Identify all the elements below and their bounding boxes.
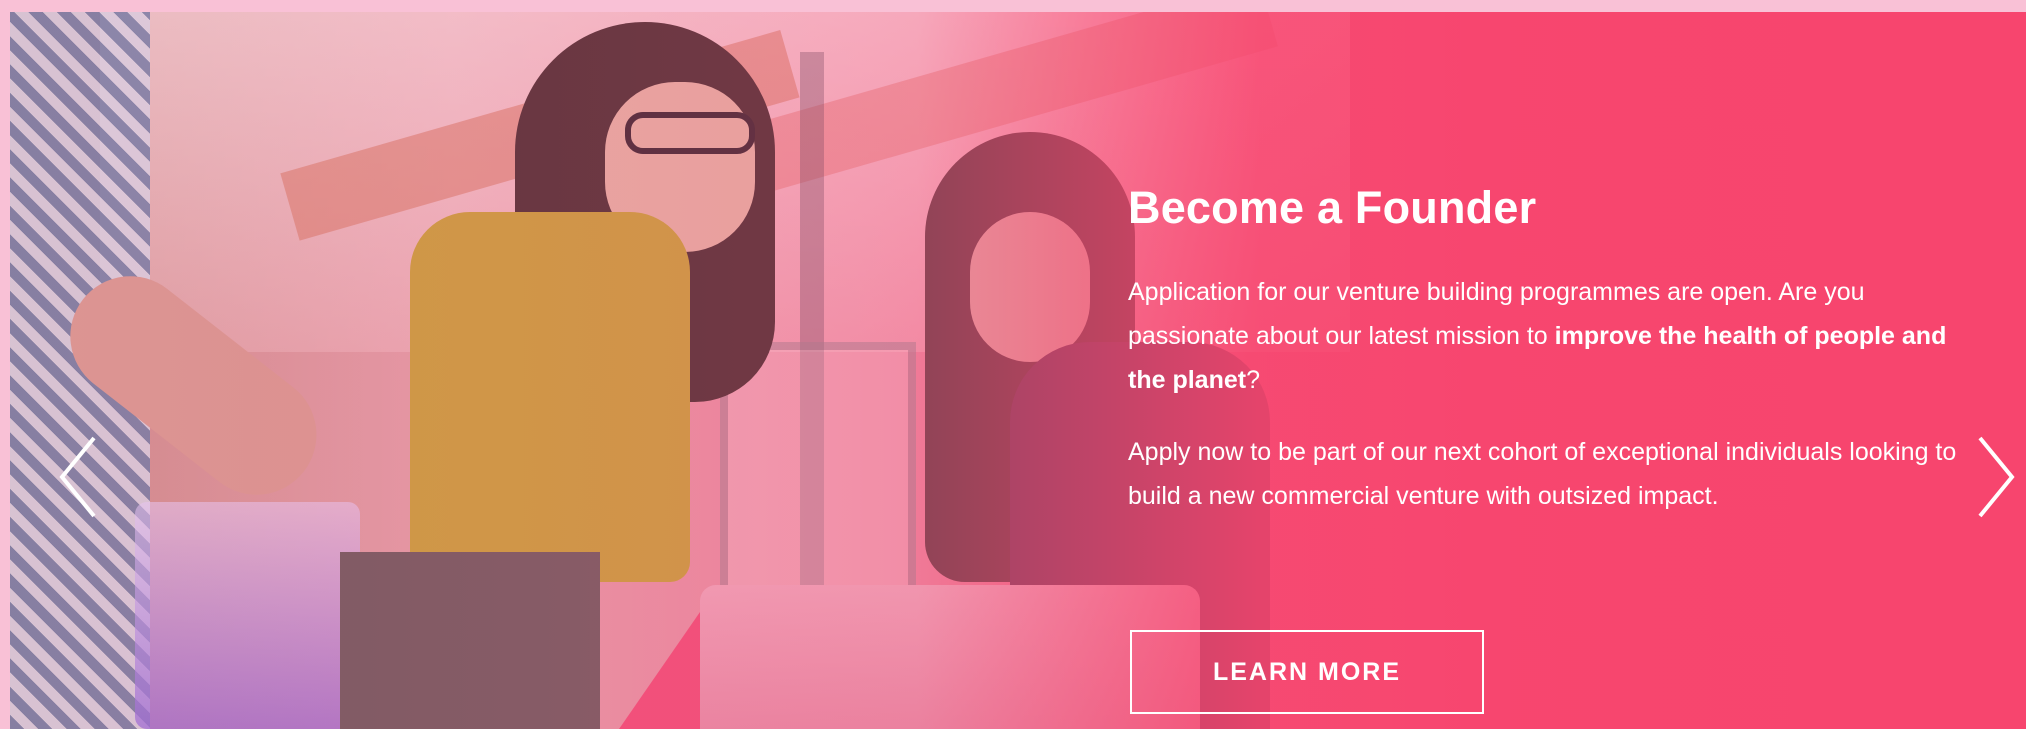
paragraph-text: ? — [1246, 366, 1260, 394]
slide-content: Become a Founder Application for our ven… — [1128, 182, 1958, 518]
learn-more-button[interactable]: LEARN MORE — [1130, 630, 1484, 714]
hero-carousel: Become a Founder Application for our ven… — [10, 12, 2026, 729]
slide-title: Become a Founder — [1128, 182, 1537, 233]
slide-paragraph-1: Application for our venture building pro… — [1128, 270, 1958, 402]
carousel-next-button[interactable] — [1972, 432, 2020, 522]
slide-paragraph-2: Apply now to be part of our next cohort … — [1128, 438, 1957, 510]
chevron-right-icon — [1978, 436, 2015, 518]
carousel-prev-button[interactable] — [54, 432, 102, 522]
chevron-left-icon — [59, 436, 96, 518]
